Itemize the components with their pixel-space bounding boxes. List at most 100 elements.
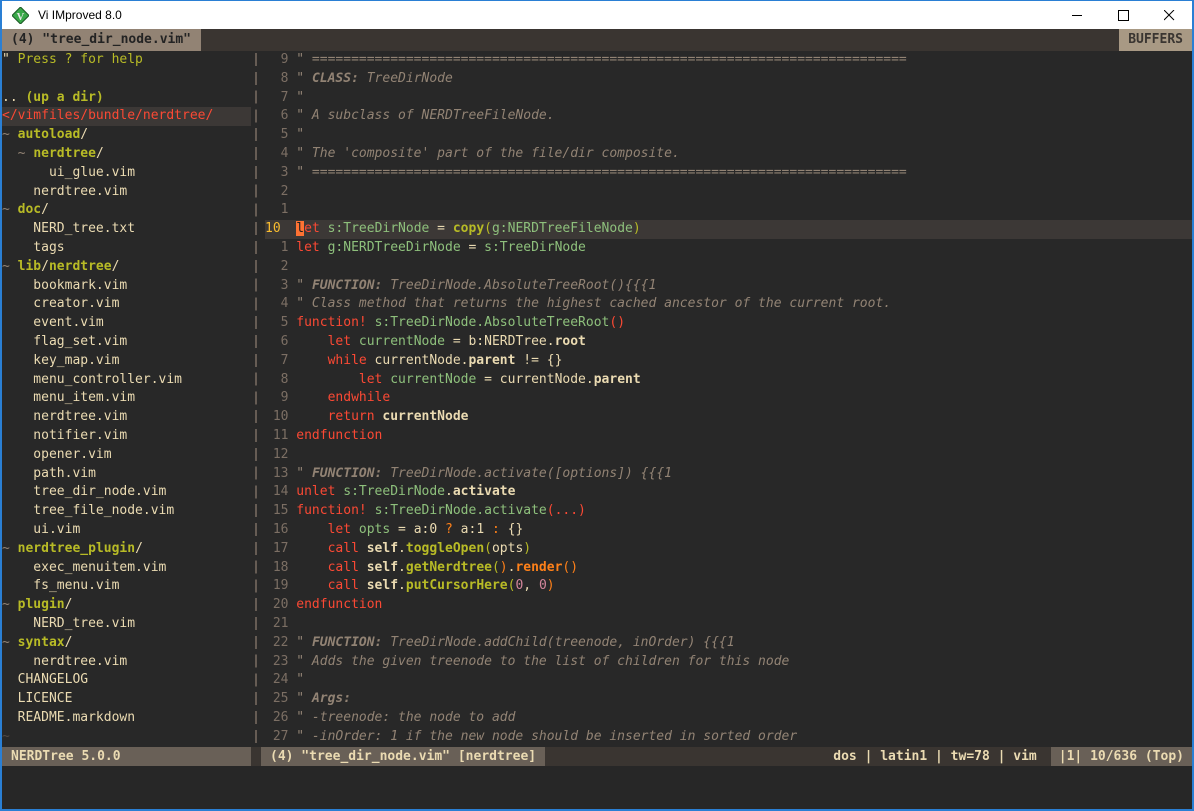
code-line[interactable]: 1let g:NERDTreeDirNode = s:TreeDirNode — [265, 239, 1192, 258]
tree-item[interactable]: ~ lib/nerdtree/ — [2, 258, 251, 277]
code-line[interactable]: 6" A subclass of NERDTreeFileNode. — [265, 107, 1192, 126]
code-line[interactable]: 21 — [265, 615, 1192, 634]
code-line[interactable]: 22" FUNCTION: TreeDirNode.addChild(treen… — [265, 634, 1192, 653]
code-line[interactable]: 10let s:TreeDirNode = copy(g:NERDTreeFil… — [265, 220, 1192, 239]
code-line[interactable]: 15function! s:TreeDirNode.activate(...) — [265, 502, 1192, 521]
vim-logo-icon: V — [12, 7, 29, 24]
code-line[interactable]: 13" FUNCTION: TreeDirNode.activate([opti… — [265, 465, 1192, 484]
tree-item[interactable]: fs_menu.vim — [2, 577, 251, 596]
tree-item[interactable]: .. (up a dir) — [2, 89, 251, 108]
tree-item[interactable]: nerdtree.vim — [2, 183, 251, 202]
tree-token: / — [80, 127, 88, 142]
code-line[interactable]: 26" -treenode: the node to add — [265, 709, 1192, 728]
code-token: != {} — [515, 353, 562, 368]
code-line[interactable]: 27" -inOrder: 1 if the new node should b… — [265, 728, 1192, 747]
code-token: " — [296, 127, 304, 142]
code-token — [296, 353, 327, 368]
tree-item[interactable]: </vimfiles/bundle/nerdtree/ — [2, 107, 251, 126]
code-token: currentNode — [390, 372, 476, 387]
code-token: return — [328, 409, 375, 424]
statusline-fill: dos | latin1 | tw=78 | vim|1| 10/636 (To… — [545, 747, 1192, 766]
tree-item[interactable]: ~ doc/ — [2, 201, 251, 220]
tree-item[interactable]: " Press ? for help — [2, 51, 251, 70]
code-line[interactable]: 16 let opts = a:0 ? a:1 : {} — [265, 521, 1192, 540]
tree-item[interactable]: nerdtree.vim — [2, 408, 251, 427]
code-line[interactable]: 11endfunction — [265, 427, 1192, 446]
code-line[interactable]: 3" FUNCTION: TreeDirNode.AbsoluteTreeRoo… — [265, 277, 1192, 296]
code-line[interactable]: 7" — [265, 89, 1192, 108]
tree-item[interactable]: README.markdown — [2, 709, 251, 728]
code-line[interactable]: 23" Adds the given treenode to the list … — [265, 653, 1192, 672]
code-line[interactable]: 19 call self.putCursorHere(0, 0) — [265, 577, 1192, 596]
tree-item[interactable]: exec_menuitem.vim — [2, 559, 251, 578]
tree-item[interactable]: ~ syntax/ — [2, 634, 251, 653]
tree-item[interactable]: menu_item.vim — [2, 389, 251, 408]
tree-item[interactable]: LICENCE — [2, 690, 251, 709]
tree-item[interactable]: CHANGELOG — [2, 671, 251, 690]
code-line[interactable]: 1 — [265, 201, 1192, 220]
tree-item[interactable]: ~ nerdtree_plugin/ — [2, 540, 251, 559]
minimize-button[interactable] — [1054, 1, 1100, 29]
tree-item[interactable]: nerdtree.vim — [2, 653, 251, 672]
code-line[interactable]: 5function! s:TreeDirNode.AbsoluteTreeRoo… — [265, 314, 1192, 333]
code-line[interactable]: 4" The 'composite' part of the file/dir … — [265, 145, 1192, 164]
code-line[interactable]: 20endfunction — [265, 596, 1192, 615]
code-line[interactable]: 2 — [265, 183, 1192, 202]
tree-item[interactable]: menu_controller.vim — [2, 371, 251, 390]
scroll-position-badge: |1| 10/636 (Top) — [1051, 747, 1192, 766]
tree-item[interactable]: ~ autoload/ — [2, 126, 251, 145]
code-line[interactable]: 12 — [265, 446, 1192, 465]
code-token: putCursorHere — [406, 578, 508, 593]
tree-item[interactable]: event.vim — [2, 314, 251, 333]
maximize-button[interactable] — [1100, 1, 1146, 29]
tree-item[interactable]: path.vim — [2, 465, 251, 484]
code-line[interactable]: 7 while currentNode.parent != {} — [265, 352, 1192, 371]
code-line[interactable]: 8" CLASS: TreeDirNode — [265, 70, 1192, 89]
code-line[interactable]: 17 call self.toggleOpen(opts) — [265, 540, 1192, 559]
tree-item[interactable]: notifier.vim — [2, 427, 251, 446]
tree-item[interactable]: flag_set.vim — [2, 333, 251, 352]
tree-item[interactable]: tags — [2, 239, 251, 258]
code-token: TreeDirNode.AbsoluteTreeRoot(){{{1 — [382, 278, 656, 293]
tree-item[interactable]: ~ plugin/ — [2, 596, 251, 615]
tree-item[interactable]: ui_glue.vim — [2, 164, 251, 183]
tree-item[interactable]: tree_file_node.vim — [2, 502, 251, 521]
tree-item[interactable]: NERD_tree.vim — [2, 615, 251, 634]
nerdtree-panel[interactable]: " Press ? for help .. (up a dir)</vimfile… — [2, 51, 251, 747]
code-line[interactable]: 9 endwhile — [265, 389, 1192, 408]
tree-item[interactable]: ~ nerdtree/ — [2, 145, 251, 164]
tree-token: LICENCE — [2, 691, 72, 706]
tab-tree-dir-node[interactable]: (4) "tree_dir_node.vim" — [2, 29, 201, 51]
tree-item[interactable]: creator.vim — [2, 295, 251, 314]
tree-item[interactable]: key_map.vim — [2, 352, 251, 371]
code-line[interactable]: 6 let currentNode = b:NERDTree.root — [265, 333, 1192, 352]
code-line[interactable]: 5" — [265, 126, 1192, 145]
tree-item[interactable]: NERD_tree.txt — [2, 220, 251, 239]
code-token — [296, 409, 327, 424]
code-line[interactable]: 2 — [265, 258, 1192, 277]
close-button[interactable] — [1146, 1, 1192, 29]
commandline — [2, 766, 1192, 809]
code-line[interactable]: 3" =====================================… — [265, 164, 1192, 183]
tree-token: tree_dir_node.vim — [2, 484, 166, 499]
tree-item[interactable]: ~ — [2, 728, 251, 747]
tree-token: autoload — [18, 127, 81, 142]
code-line[interactable]: 4" Class method that returns the highest… — [265, 295, 1192, 314]
code-line[interactable]: 24" — [265, 671, 1192, 690]
tree-item[interactable]: tree_dir_node.vim — [2, 483, 251, 502]
tree-item[interactable]: bookmark.vim — [2, 277, 251, 296]
code-line[interactable]: 10 return currentNode — [265, 408, 1192, 427]
code-line[interactable]: 25" Args: — [265, 690, 1192, 709]
code-line[interactable]: 14unlet s:TreeDirNode.activate — [265, 483, 1192, 502]
code-token — [296, 390, 327, 405]
code-token: TreeDirNode — [359, 71, 453, 86]
code-line[interactable]: 8 let currentNode = currentNode.parent — [265, 371, 1192, 390]
tree-item[interactable]: opener.vim — [2, 446, 251, 465]
code-line[interactable]: 18 call self.getNerdtree().render() — [265, 559, 1192, 578]
tree-item[interactable] — [2, 70, 251, 89]
tree-item[interactable]: ui.vim — [2, 521, 251, 540]
window-separator[interactable] — [251, 51, 261, 747]
editor-panel[interactable]: 9" =====================================… — [261, 51, 1192, 747]
code-line[interactable]: 9" =====================================… — [265, 51, 1192, 70]
tabline: (4) "tree_dir_node.vim" BUFFERS — [2, 29, 1192, 51]
